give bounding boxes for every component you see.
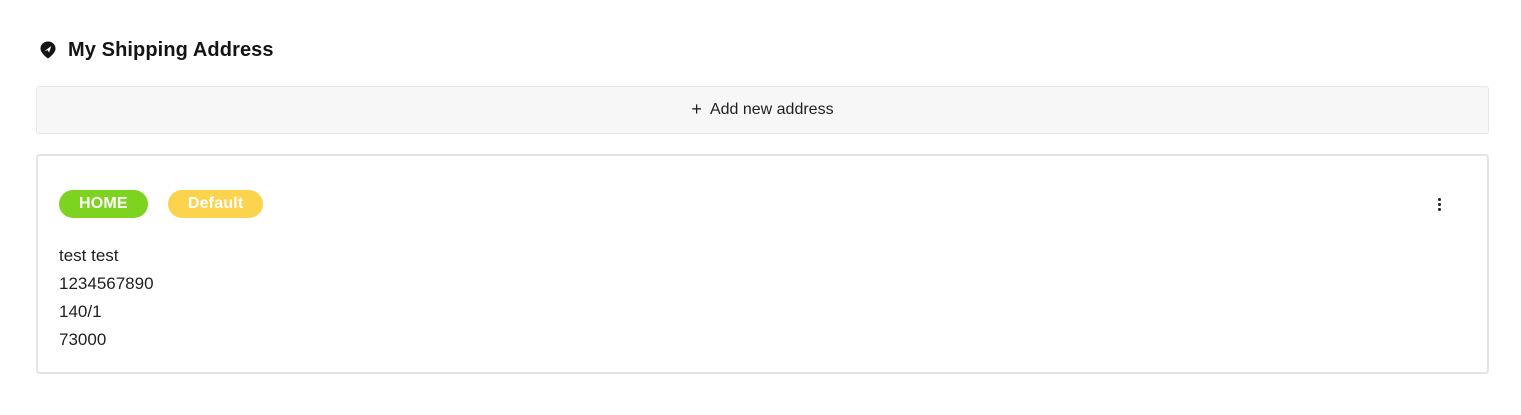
address-type-badge: HOME (59, 190, 148, 218)
address-card: HOME Default test test 1234567890 140/1 … (36, 154, 1489, 374)
page-title: My Shipping Address (68, 38, 274, 61)
add-new-address-button[interactable]: + Add new address (36, 86, 1489, 134)
default-badge: Default (167, 190, 264, 218)
address-badges: HOME Default (59, 190, 264, 218)
more-vertical-icon[interactable] (1431, 194, 1447, 214)
plus-icon: + (691, 99, 702, 119)
postal-code: 73000 (59, 330, 107, 349)
street-address: 140/1 (59, 302, 102, 321)
recipient-name: test test (59, 246, 119, 265)
add-new-address-label: Add new address (709, 101, 834, 118)
shipping-address-page: My Shipping Address + Add new address HO… (0, 0, 1521, 415)
section-header: My Shipping Address (38, 36, 274, 64)
phone-number: 1234567890 (59, 274, 154, 293)
location-pin-icon (38, 40, 58, 60)
address-details: test test 1234567890 140/1 73000 (59, 242, 154, 354)
